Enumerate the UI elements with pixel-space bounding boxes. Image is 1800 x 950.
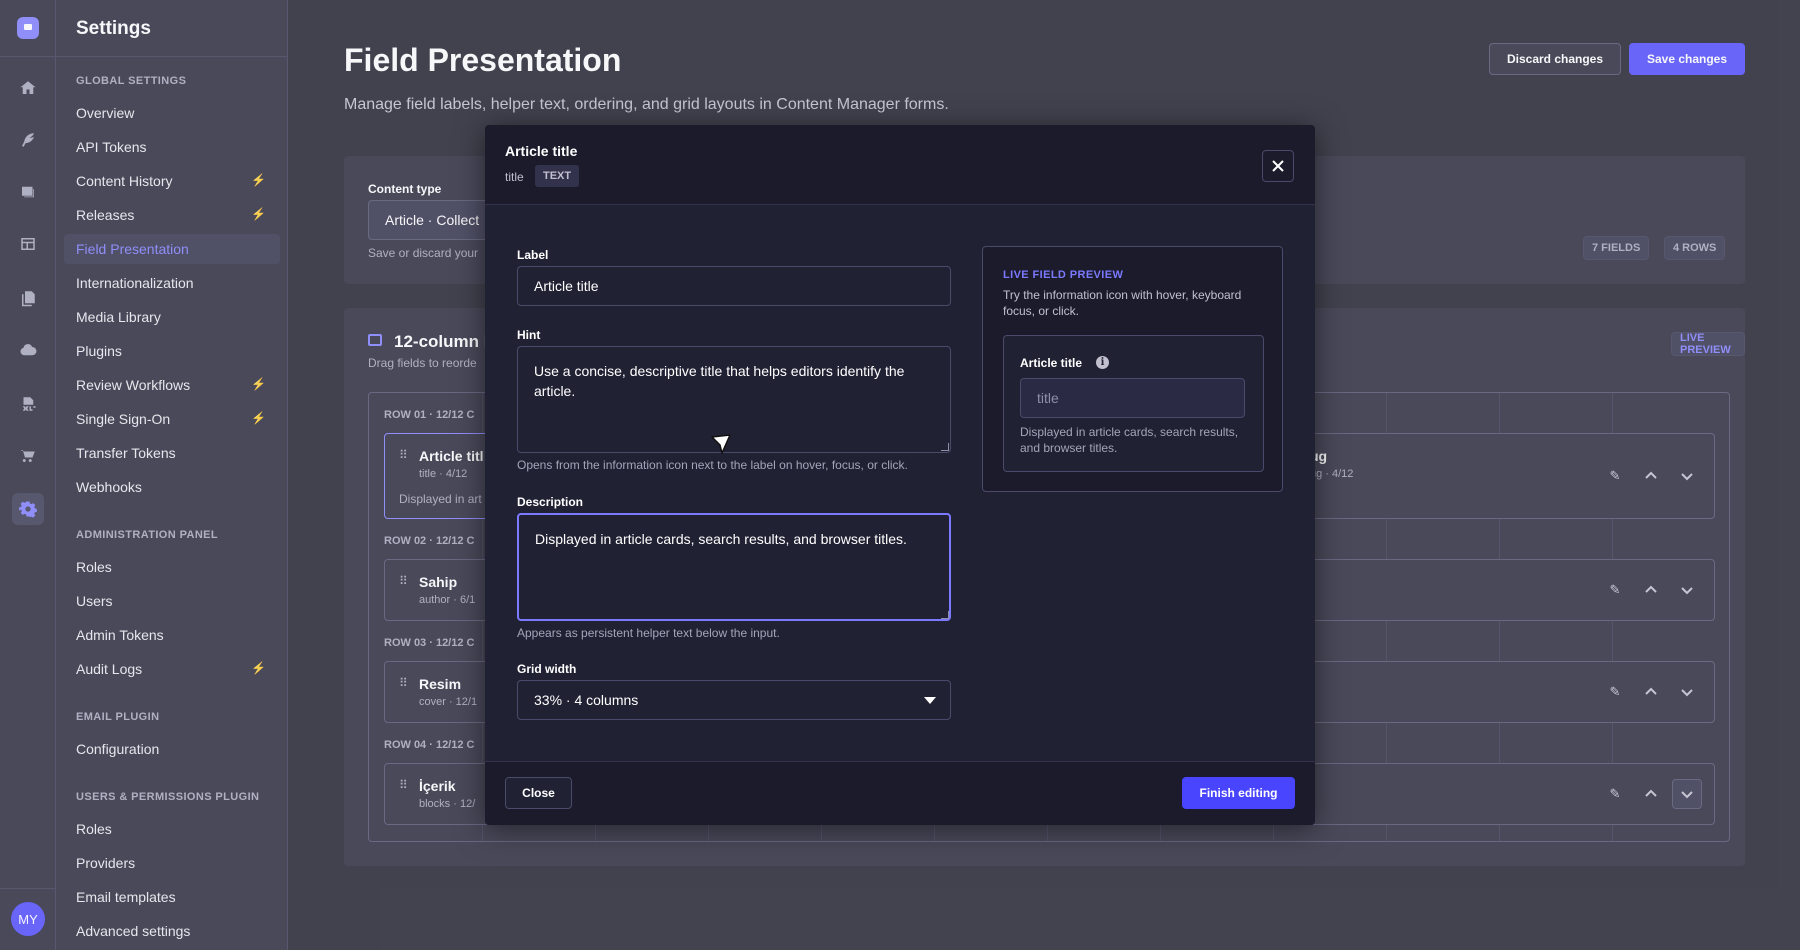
description-field-label: Description xyxy=(517,495,584,509)
preview-field-label: Article title xyxy=(1020,356,1083,370)
resize-handle-icon[interactable] xyxy=(941,443,949,451)
modal-body: Label Hint Use a concise, descriptive ti… xyxy=(485,206,1315,761)
close-button[interactable]: Close xyxy=(505,777,572,809)
preview-input[interactable]: title xyxy=(1020,378,1245,418)
label-input[interactable] xyxy=(517,266,951,306)
grid-width-value: 33% · 4 columns xyxy=(534,692,639,708)
preview-title: LIVE FIELD PREVIEW xyxy=(1003,269,1124,281)
hint-help-text: Opens from the information icon next to … xyxy=(517,458,908,472)
description-textarea[interactable]: Displayed in article cards, search resul… xyxy=(517,513,951,621)
caret-down-icon xyxy=(924,697,936,704)
finish-editing-button[interactable]: Finish editing xyxy=(1182,777,1295,809)
resize-handle-icon[interactable] xyxy=(941,611,949,619)
preview-helper-text: Displayed in article cards, search resul… xyxy=(1020,425,1239,456)
hint-textarea[interactable]: Use a concise, descriptive title that he… xyxy=(517,346,951,453)
hint-field-label: Hint xyxy=(517,328,541,342)
preview-field: Article title i title Displayed in artic… xyxy=(1003,335,1264,472)
field-api-name: title xyxy=(505,170,524,184)
edit-field-modal: Article title title TEXT Label Hint Use … xyxy=(485,125,1315,825)
live-field-preview: LIVE FIELD PREVIEW Try the information i… xyxy=(982,246,1283,492)
info-icon[interactable]: i xyxy=(1096,356,1109,369)
preview-description: Try the information icon with hover, key… xyxy=(1003,288,1242,319)
modal-title: Article title xyxy=(505,143,578,159)
modal-footer: Close Finish editing xyxy=(485,761,1315,825)
label-field-label: Label xyxy=(517,248,549,262)
close-icon[interactable] xyxy=(1262,150,1294,182)
grid-width-label: Grid width xyxy=(517,662,577,676)
grid-width-select[interactable]: 33% · 4 columns xyxy=(517,680,951,720)
description-help-text: Appears as persistent helper text below … xyxy=(517,626,780,640)
field-type-badge: TEXT xyxy=(535,165,580,187)
modal-header: Article title title TEXT xyxy=(485,125,1315,205)
mouse-cursor-icon xyxy=(711,434,731,454)
